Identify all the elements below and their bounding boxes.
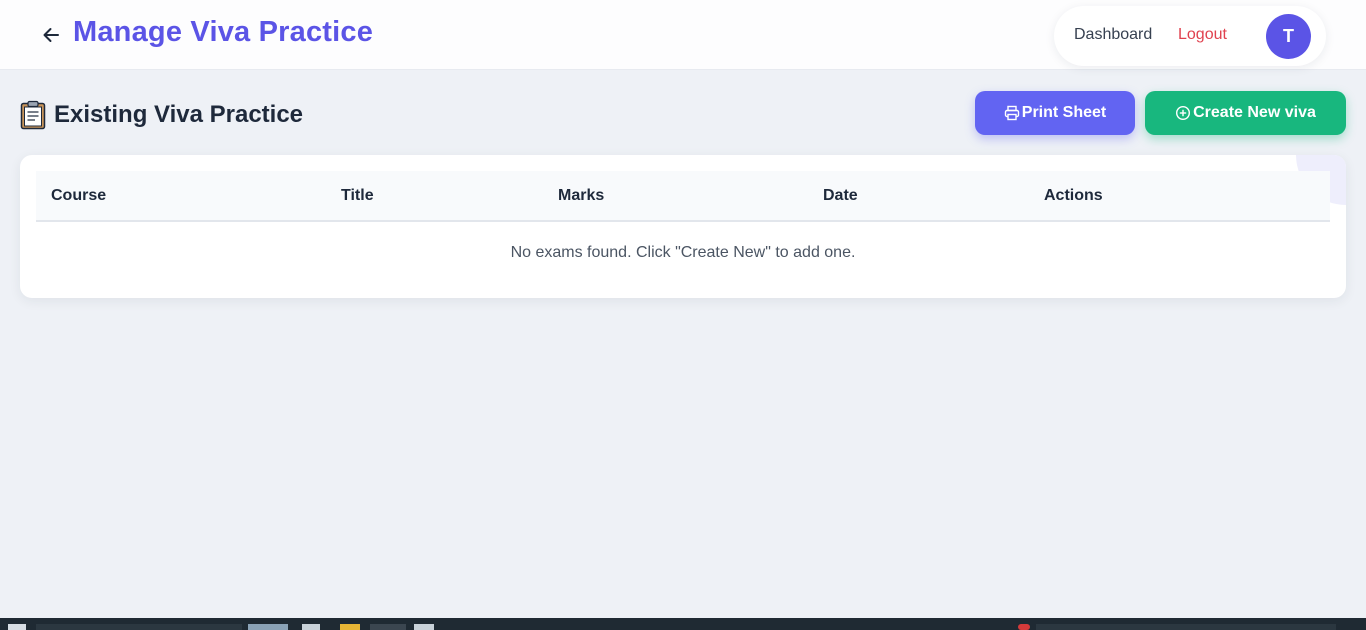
browser-icon[interactable] — [370, 624, 406, 630]
system-tray[interactable] — [1036, 624, 1336, 630]
column-header-actions: Actions — [1044, 187, 1103, 204]
print-sheet-label: Print Sheet — [1021, 104, 1107, 121]
column-header-title: Title — [341, 187, 374, 204]
taskbar-app-icon[interactable] — [248, 624, 288, 630]
empty-table-message: No exams found. Click "Create New" to ad… — [510, 244, 856, 261]
create-new-viva-button[interactable]: Create New viva — [1145, 91, 1346, 135]
dashboard-link[interactable]: Dashboard — [1074, 26, 1152, 44]
printer-icon — [1004, 105, 1019, 121]
task-view-icon[interactable] — [302, 624, 320, 630]
user-avatar[interactable]: T — [1266, 14, 1311, 59]
column-header-course: Course — [51, 187, 107, 204]
logout-link[interactable]: Logout — [1178, 26, 1227, 44]
page-title: Manage Viva Practice — [73, 16, 374, 48]
app-header: Manage Viva Practice Dashboard Logout T — [0, 0, 1366, 70]
section-title: Existing Viva Practice — [54, 101, 304, 128]
table-header: Course Title Marks Date Actions — [36, 171, 1330, 222]
os-taskbar — [0, 618, 1366, 630]
section-heading: Existing Viva Practice — [20, 100, 303, 130]
column-header-marks: Marks — [558, 187, 605, 204]
back-button[interactable] — [38, 22, 64, 48]
taskbar-app-icon[interactable] — [414, 624, 434, 630]
column-header-date: Date — [823, 187, 858, 204]
print-sheet-button[interactable]: Print Sheet — [975, 91, 1135, 135]
exams-card: Course Title Marks Date Actions No exams… — [20, 155, 1346, 298]
clipboard-icon — [20, 100, 48, 130]
create-new-viva-label: Create New viva — [1193, 104, 1316, 121]
taskbar-search[interactable] — [36, 624, 242, 630]
arrow-left-icon — [43, 28, 59, 42]
start-icon[interactable] — [8, 624, 26, 630]
plus-circle-icon — [1176, 105, 1191, 121]
top-nav: Dashboard Logout T — [1054, 6, 1326, 66]
notification-badge-icon — [1018, 624, 1030, 630]
file-explorer-icon[interactable] — [340, 624, 360, 630]
